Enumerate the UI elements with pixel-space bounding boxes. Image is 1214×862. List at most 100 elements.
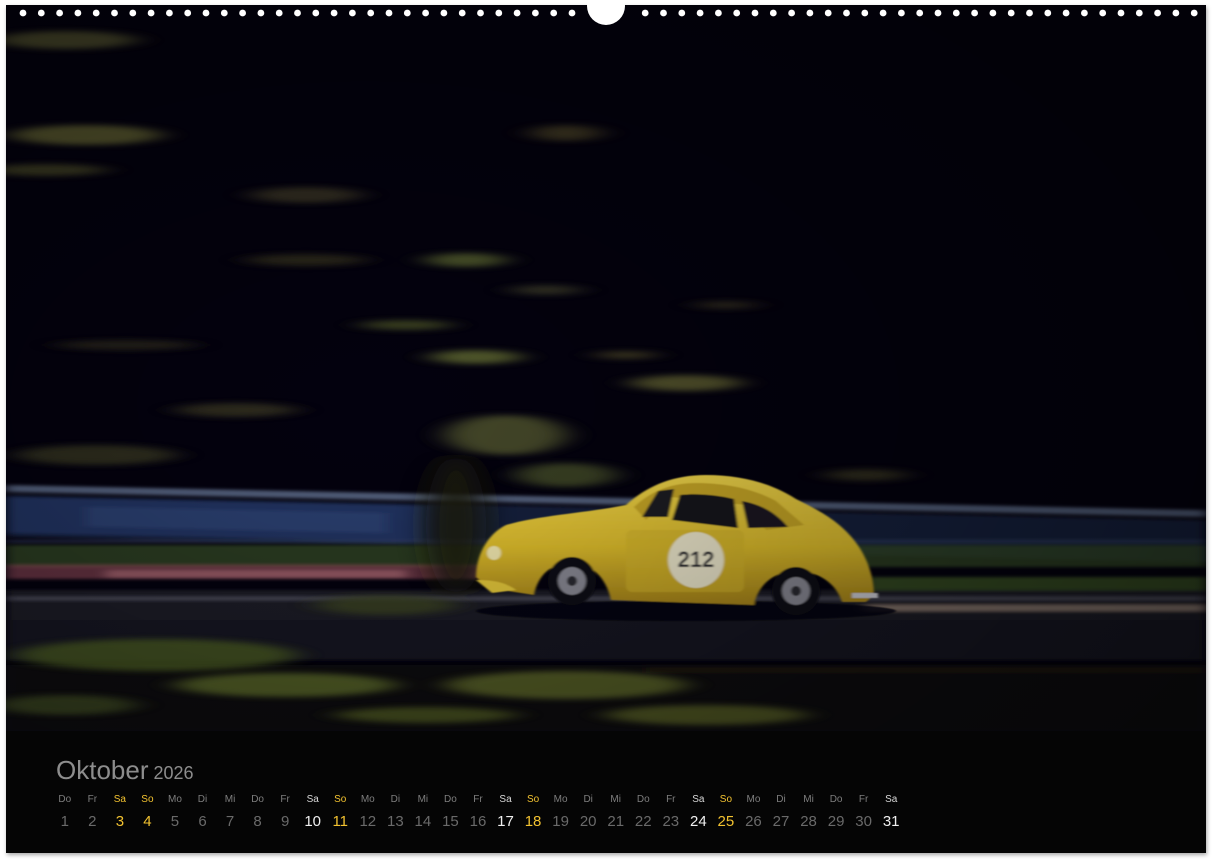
weekday-label: Sa bbox=[113, 794, 126, 805]
binding-ring bbox=[513, 9, 521, 17]
binding-ring bbox=[367, 9, 375, 17]
day-column: Mi 7 bbox=[216, 794, 244, 830]
date-number: 17 bbox=[497, 813, 514, 830]
binding-ring bbox=[678, 9, 686, 17]
weekday-label: Di bbox=[390, 794, 401, 805]
binding-ring bbox=[1172, 9, 1180, 17]
date-number: 18 bbox=[524, 813, 542, 830]
weekday-label: Mi bbox=[417, 794, 429, 805]
date-number: 28 bbox=[800, 813, 817, 830]
binding-ring bbox=[1154, 9, 1161, 17]
day-column: Di 27 bbox=[767, 794, 795, 830]
date-number: 30 bbox=[855, 813, 872, 830]
day-column: Mi 28 bbox=[795, 794, 823, 830]
month-title: Oktober 2026 bbox=[56, 755, 194, 786]
binding-ring bbox=[568, 9, 576, 17]
binding-ring bbox=[971, 9, 978, 17]
date-number: 26 bbox=[745, 813, 762, 830]
weekday-label: Mo bbox=[168, 794, 182, 805]
binding-ring bbox=[147, 9, 155, 17]
day-column: Mo 5 bbox=[161, 794, 189, 830]
day-column: Mo 26 bbox=[740, 794, 768, 830]
weekday-label: Do bbox=[636, 794, 650, 805]
day-column: Mo 19 bbox=[547, 794, 575, 830]
binding-ring bbox=[440, 9, 448, 17]
binding-ring bbox=[696, 9, 704, 17]
day-column: Sa 3 bbox=[106, 794, 134, 830]
weekday-label: Sa bbox=[499, 794, 512, 805]
binding-ring bbox=[879, 9, 887, 17]
date-number: 31 bbox=[882, 813, 900, 830]
binding-ring bbox=[385, 9, 393, 17]
day-column: So 11 bbox=[326, 794, 354, 830]
day-column: Di 20 bbox=[574, 794, 602, 830]
day-column: Do 1 bbox=[51, 794, 79, 830]
binding-ring bbox=[769, 9, 777, 17]
month-name: Oktober bbox=[56, 755, 149, 785]
weekday-label: Mi bbox=[610, 794, 621, 805]
binding-ring bbox=[166, 9, 173, 17]
date-number: 14 bbox=[414, 813, 432, 830]
weekday-label: Fr bbox=[858, 794, 869, 805]
binding-ring bbox=[1081, 9, 1088, 17]
binding-ring bbox=[330, 9, 338, 17]
binding-ring bbox=[660, 9, 667, 17]
date-number: 4 bbox=[143, 813, 152, 830]
weekday-label: Fr bbox=[473, 794, 483, 805]
binding-ring bbox=[202, 9, 210, 17]
date-number: 9 bbox=[280, 813, 290, 830]
date-number: 3 bbox=[115, 813, 125, 830]
year: 2026 bbox=[153, 763, 194, 783]
binding-ring bbox=[715, 9, 722, 17]
date-number: 5 bbox=[170, 813, 180, 830]
date-number: 7 bbox=[225, 813, 235, 830]
weekday-label: Do bbox=[444, 794, 457, 805]
date-number: 1 bbox=[60, 813, 69, 830]
day-column: Sa 24 bbox=[685, 794, 713, 830]
binding-ring bbox=[129, 9, 137, 17]
weekday-label: Mi bbox=[803, 794, 814, 805]
binding-ring bbox=[733, 9, 741, 17]
binding-ring bbox=[843, 9, 850, 17]
binding-ring bbox=[1135, 9, 1143, 17]
binding-ring bbox=[989, 9, 997, 17]
day-column: Fr 30 bbox=[850, 794, 878, 830]
date-number: 29 bbox=[827, 813, 845, 830]
binding-ring bbox=[220, 9, 228, 17]
weekday-label: Mo bbox=[746, 794, 761, 805]
day-column: Do 29 bbox=[822, 794, 850, 830]
day-column: Do 8 bbox=[244, 794, 272, 830]
weekday-label: So bbox=[141, 794, 154, 805]
date-number: 27 bbox=[772, 813, 790, 830]
wire-binding-rings bbox=[19, 0, 1198, 25]
date-number: 10 bbox=[304, 813, 322, 830]
binding-ring bbox=[1117, 9, 1125, 17]
calendar-grid: Oktober 2026 Do 1 Fr 2 Sa 3 So 4 Mo 5 Di 6 Mi 7 Do 8 Fr 9 S… bbox=[6, 731, 1206, 853]
weekday-label: Di bbox=[583, 794, 593, 805]
binding-ring bbox=[824, 9, 832, 17]
binding-ring bbox=[751, 9, 759, 17]
day-column: Di 6 bbox=[189, 794, 217, 830]
day-column: Mi 14 bbox=[409, 794, 437, 830]
binding-ring bbox=[898, 9, 905, 17]
date-number: 19 bbox=[552, 813, 569, 830]
date-number: 25 bbox=[717, 813, 735, 830]
binding-ring bbox=[37, 9, 45, 17]
weekday-label: Di bbox=[197, 794, 208, 805]
weekday-label: Sa bbox=[306, 794, 319, 805]
binding-ring bbox=[1062, 9, 1070, 17]
binding-ring bbox=[1007, 9, 1015, 17]
binding-ring bbox=[1026, 9, 1033, 17]
binding-ring bbox=[806, 9, 814, 17]
day-strip: Do 1 Fr 2 Sa 3 So 4 Mo 5 Di 6 Mi 7 Do 8 Fr 9 Sa 10 So 11 Mo 12 D… bbox=[51, 794, 905, 830]
binding-ring bbox=[952, 9, 960, 17]
day-column: Mo 12 bbox=[354, 794, 382, 830]
binding-ring bbox=[861, 9, 869, 17]
date-number: 12 bbox=[359, 813, 377, 830]
date-number: 20 bbox=[579, 813, 597, 830]
weekday-label: Di bbox=[776, 794, 786, 805]
binding-ring bbox=[349, 9, 356, 17]
binding-ring bbox=[422, 9, 429, 17]
day-column: Sa 31 bbox=[877, 794, 905, 830]
date-number: 8 bbox=[253, 813, 262, 830]
